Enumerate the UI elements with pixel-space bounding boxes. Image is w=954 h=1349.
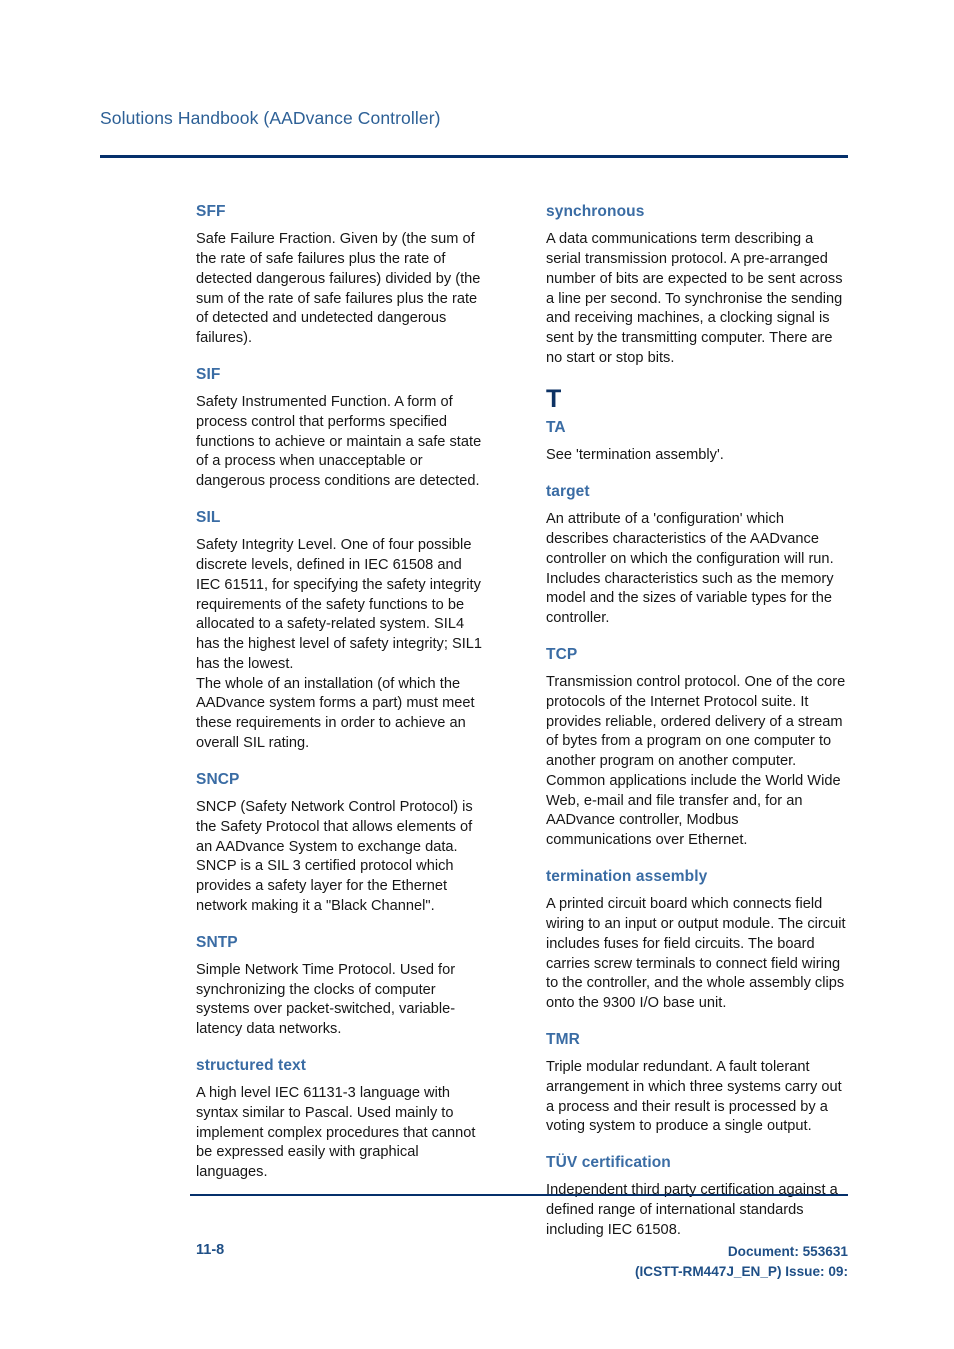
footer-document-number: Document: 553631 xyxy=(727,1244,848,1259)
glossary-column-right: synchronous A data communications term d… xyxy=(546,203,846,1258)
definition-text: See 'termination assembly'. xyxy=(546,447,724,464)
glossary-definition-tmr: Triple modular redundant. A fault tolera… xyxy=(546,1058,846,1137)
glossary-term-structured-text: structured text xyxy=(196,1056,307,1074)
definition-text: Triple modular redundant. A fault tolera… xyxy=(546,1059,842,1135)
glossary-term-tuv-certification: TÜV certification xyxy=(546,1154,671,1172)
definition-text: Safety Integrity Level. One of four poss… xyxy=(196,537,483,672)
glossary-definition-termination-assembly: A printed circuit board which connects f… xyxy=(546,895,846,1014)
glossary-section-letter-t: T xyxy=(546,384,562,413)
footer-page-number: 11-8 xyxy=(196,1242,225,1258)
glossary-definition-sif: Safety Instrumented Function. A form of … xyxy=(196,393,488,492)
glossary-term-target: target xyxy=(546,482,590,500)
definition-text-2: The whole of an installation (of which t… xyxy=(196,675,475,751)
glossary-definition-sff: Safe Failure Fraction. Given by (the sum… xyxy=(196,230,488,349)
footer-document-issue: (ICSTT-RM447J_EN_P) Issue: 09: xyxy=(634,1263,848,1279)
definition-text: An attribute of a 'configuration' which … xyxy=(546,511,834,627)
definition-text: A printed circuit board which connects f… xyxy=(546,896,846,1012)
glossary-definition-sncp: SNCP (Safety Network Control Protocol) i… xyxy=(196,798,488,917)
glossary-term-sntp: SNTP xyxy=(196,933,238,951)
running-header: Solutions Handbook (AADvance Controller) xyxy=(100,108,848,129)
header-divider xyxy=(100,155,848,158)
glossary-definition-synchronous: A data communications term describing a … xyxy=(546,230,846,368)
footer-document-info: Document: 553631 (ICSTT-RM447J_EN_P) Iss… xyxy=(635,1242,848,1281)
definition-text: Simple Network Time Protocol. Used for s… xyxy=(196,961,456,1038)
definition-text: Safety Instrumented Function. A form of … xyxy=(196,394,482,490)
glossary-definition-sntp: Simple Network Time Protocol. Used for s… xyxy=(196,961,488,1040)
definition-text: Transmission control protocol. One of th… xyxy=(546,674,846,849)
footer-divider xyxy=(190,1194,848,1196)
definition-text: SNCP (Safety Network Control Protocol) i… xyxy=(196,798,473,914)
glossary-term-sif: SIF xyxy=(196,365,221,383)
definition-text: A data communications term describing a … xyxy=(546,231,843,366)
glossary-term-sff: SFF xyxy=(196,203,226,220)
glossary-term-sncp: SNCP xyxy=(196,770,240,788)
glossary-term-tmr: TMR xyxy=(546,1030,580,1048)
document-page: Solutions Handbook (AADvance Controller)… xyxy=(0,0,954,1349)
glossary-term-sil: SIL xyxy=(196,508,221,526)
glossary-definition-structured-text: A high level IEC 61131-3 language with s… xyxy=(196,1084,488,1183)
definition-text: A high level IEC 61131-3 language with s… xyxy=(196,1085,476,1181)
glossary-column-left: SFF Safe Failure Fraction. Given by (the… xyxy=(196,203,488,1200)
glossary-term-synchronous: synchronous xyxy=(546,203,645,220)
definition-text: Independent third party certification ag… xyxy=(546,1182,838,1239)
glossary-definition-sil: Safety Integrity Level. One of four poss… xyxy=(196,536,488,753)
glossary-definition-target: An attribute of a 'configuration' which … xyxy=(546,510,846,629)
definition-text: Safe Failure Fraction. Given by (the sum… xyxy=(196,231,481,347)
glossary-term-termination-assembly: termination assembly xyxy=(546,867,708,885)
glossary-term-ta: TA xyxy=(546,418,566,436)
glossary-term-tcp: TCP xyxy=(546,645,578,663)
glossary-definition-tuv-certification: Independent third party certification ag… xyxy=(546,1181,846,1240)
glossary-definition-ta: See 'termination assembly'. xyxy=(546,446,846,466)
page-title: Solutions Handbook (AADvance Controller) xyxy=(100,108,441,128)
glossary-definition-tcp: Transmission control protocol. One of th… xyxy=(546,673,846,851)
page-footer: 11-8 Document: 553631 (ICSTT-RM447J_EN_P… xyxy=(196,1242,848,1292)
